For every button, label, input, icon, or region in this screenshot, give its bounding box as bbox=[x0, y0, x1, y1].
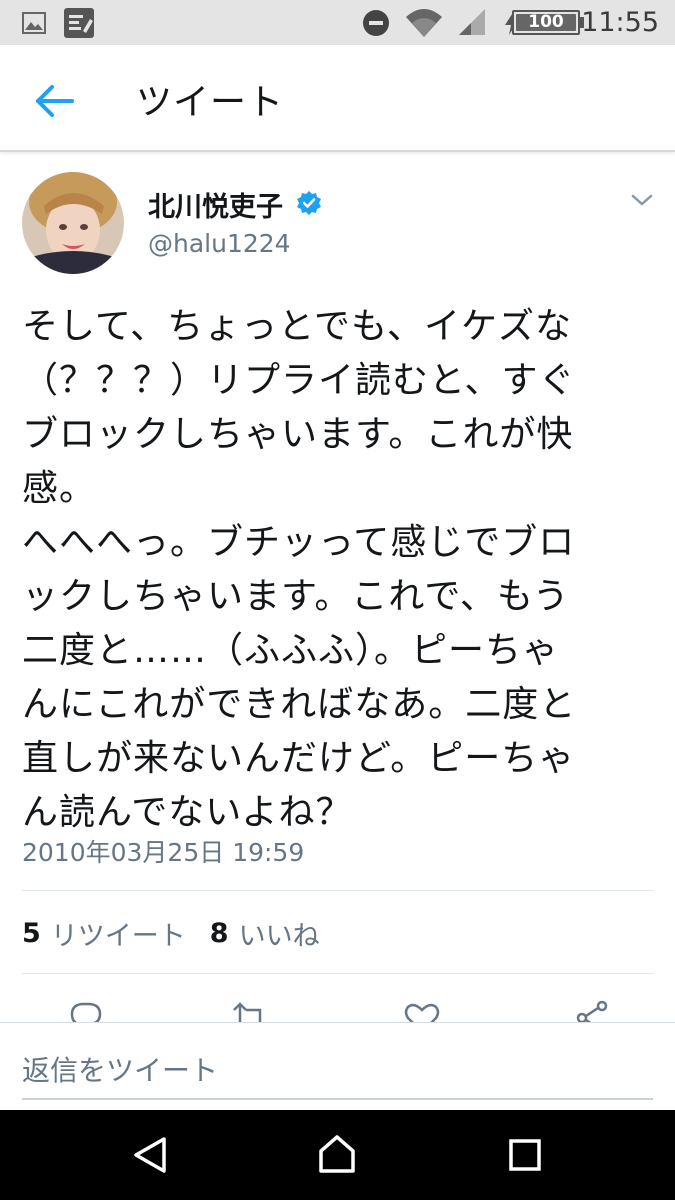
nav-back-button[interactable] bbox=[125, 1130, 175, 1180]
do-not-disturb-icon bbox=[362, 9, 390, 37]
signal-icon bbox=[456, 6, 488, 38]
like-icon[interactable] bbox=[402, 998, 442, 1022]
like-label[interactable]: いいね bbox=[239, 914, 320, 953]
reply-icon[interactable] bbox=[66, 998, 106, 1022]
wifi-icon bbox=[404, 6, 444, 40]
nav-home-button[interactable] bbox=[312, 1130, 362, 1180]
reply-bar: 返信をツイート bbox=[0, 1022, 675, 1110]
nav-recents-button[interactable] bbox=[500, 1130, 550, 1180]
tweet-actions bbox=[0, 998, 675, 1022]
like-count[interactable]: 8 bbox=[210, 918, 229, 949]
page-title: ツイート bbox=[136, 82, 285, 123]
note-icon bbox=[62, 6, 96, 40]
author-handle[interactable]: @halu1224 bbox=[148, 229, 291, 258]
navigation-bar bbox=[0, 1110, 675, 1200]
tweet-timestamp: 2010年03月25日 19:59 bbox=[22, 838, 305, 867]
back-button[interactable] bbox=[28, 75, 80, 127]
reply-input[interactable]: 返信をツイート bbox=[22, 1049, 218, 1089]
tweet-text: そして、ちょっとでも、イケズな （？？？）リプライ読むと、すぐ ブロックしちゃい… bbox=[22, 306, 577, 833]
avatar[interactable] bbox=[22, 172, 124, 274]
recents-square-icon bbox=[509, 1139, 541, 1171]
battery-level: 100 bbox=[528, 12, 564, 32]
share-icon[interactable] bbox=[572, 998, 612, 1022]
verified-badge-icon bbox=[297, 191, 321, 215]
status-time: 11:55 bbox=[581, 7, 659, 38]
tweet-stats: 5 リツイート 8 いいね bbox=[22, 913, 344, 953]
image-icon bbox=[20, 9, 48, 37]
status-bar: 100 11:55 bbox=[0, 0, 675, 45]
retweet-icon[interactable] bbox=[230, 998, 270, 1022]
divider bbox=[22, 973, 653, 974]
arrow-left-icon bbox=[36, 85, 74, 117]
back-triangle-icon bbox=[134, 1137, 166, 1173]
chevron-down-icon[interactable] bbox=[630, 190, 654, 210]
app-bar: ツイート bbox=[0, 45, 675, 152]
battery-icon: 100 bbox=[512, 10, 580, 35]
retweet-count[interactable]: 5 bbox=[22, 918, 41, 949]
retweet-label[interactable]: リツイート bbox=[51, 914, 186, 953]
home-circle-icon bbox=[319, 1135, 355, 1173]
divider bbox=[22, 890, 653, 891]
author-name[interactable]: 北川悦吏子 bbox=[148, 185, 283, 224]
reply-underline bbox=[22, 1098, 653, 1100]
